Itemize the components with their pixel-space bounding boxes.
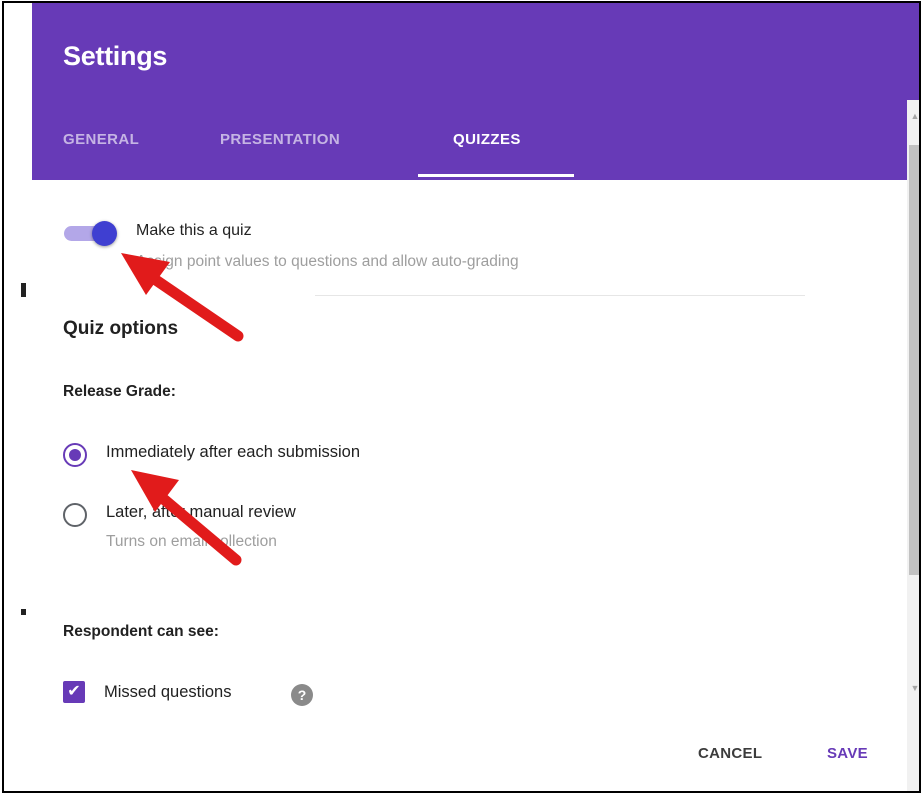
background-mark bbox=[21, 609, 26, 615]
release-later-sublabel: Turns on email collection bbox=[106, 533, 277, 550]
tab-presentation[interactable]: PRESENTATION bbox=[220, 131, 340, 148]
tab-quizzes[interactable]: QUIZZES bbox=[453, 131, 521, 148]
release-later-radio[interactable] bbox=[63, 503, 87, 527]
release-immediately-radio[interactable] bbox=[63, 443, 87, 467]
dialog-title: Settings bbox=[63, 41, 168, 71]
scrollbar-thumb[interactable] bbox=[909, 145, 919, 575]
screenshot-frame: Settings GENERAL PRESENTATION QUIZZES ▲ … bbox=[2, 1, 921, 793]
active-tab-indicator bbox=[418, 174, 574, 177]
make-quiz-toggle[interactable] bbox=[62, 221, 120, 246]
respondent-can-see-label: Respondent can see: bbox=[63, 623, 219, 640]
toggle-knob bbox=[92, 221, 117, 246]
settings-dialog: Settings GENERAL PRESENTATION QUIZZES ▲ … bbox=[32, 3, 919, 791]
checkmark-icon: ✔ bbox=[67, 683, 81, 700]
section-divider bbox=[315, 295, 805, 296]
tab-general[interactable]: GENERAL bbox=[63, 131, 139, 148]
save-button[interactable]: SAVE bbox=[827, 745, 868, 762]
scroll-down-arrow-icon[interactable]: ▼ bbox=[907, 680, 919, 696]
cancel-button[interactable]: CANCEL bbox=[698, 745, 762, 762]
background-window-edge bbox=[4, 3, 28, 791]
missed-questions-checkbox[interactable]: ✔ bbox=[63, 681, 85, 703]
release-later-label[interactable]: Later, after manual review bbox=[106, 503, 296, 522]
make-quiz-description: Assign point values to questions and all… bbox=[136, 253, 519, 270]
missed-questions-label[interactable]: Missed questions bbox=[104, 683, 231, 702]
background-mark bbox=[21, 283, 26, 297]
release-immediately-label[interactable]: Immediately after each submission bbox=[106, 443, 360, 462]
scroll-up-arrow-icon[interactable]: ▲ bbox=[907, 108, 919, 124]
quiz-options-heading: Quiz options bbox=[63, 318, 179, 339]
scrollbar[interactable]: ▲ ▼ bbox=[907, 100, 919, 791]
release-grade-label: Release Grade: bbox=[63, 383, 176, 400]
dialog-header: Settings GENERAL PRESENTATION QUIZZES bbox=[32, 3, 919, 180]
help-circle-icon[interactable]: ? bbox=[291, 684, 313, 706]
make-quiz-label: Make this a quiz bbox=[136, 222, 252, 239]
